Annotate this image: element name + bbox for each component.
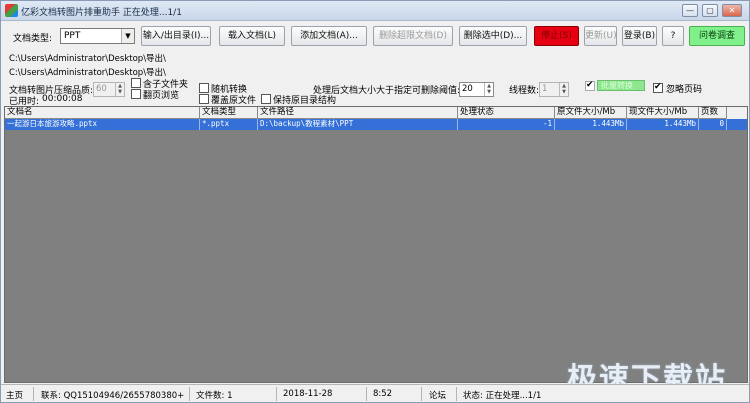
status-bar: 主页 联系: QQ15104946/2655780380+ 文件数: 1 201… [1,384,749,402]
title-bar[interactable]: 亿彩文档转图片排重助手 正在处理...1/1 — ▢ ✕ [1,1,749,21]
column-header[interactable]: 原文件大小/Mb [555,107,627,119]
doc-type-select[interactable]: PPT ▼ [60,28,135,44]
add-doc-button[interactable]: 添加文档(A)... [291,26,367,46]
maximize-button[interactable]: ▢ [702,4,718,17]
threshold-spinner[interactable]: 20 ▲ ▼ [459,82,494,97]
overwrite-original-checkbox[interactable] [199,94,209,104]
login-button[interactable]: 登录(B) [622,26,657,46]
input-output-dir-button[interactable]: 输入/出目录(I)... [141,26,211,46]
quality-spinner[interactable]: 60 ▲ ▼ [93,82,125,97]
input-path: C:\Users\Administrator\Desktop\导出\ [9,54,166,64]
status-time: 8:52 [373,389,393,399]
column-header[interactable]: 文档类型 [200,107,258,119]
column-header[interactable]: 文件路径 [258,107,458,119]
flip-preview-label: 翻页浏览 [143,91,180,101]
cell-doc-type: *.pptx [200,119,258,130]
status-home-link[interactable]: 主页 [6,389,23,401]
cell-status: -1 [458,119,555,130]
elapsed-value: 00:00:08 [42,94,83,104]
status-contact: 联系: QQ15104946/2655780380+ [41,391,185,401]
doc-type-value: PPT [64,31,81,41]
include-subfolders-checkbox[interactable] [131,78,141,88]
flip-preview-checkbox[interactable] [131,89,141,99]
main-window: 亿彩文档转图片排重助手 正在处理...1/1 — ▢ ✕ 文档类型: PPT ▼… [0,0,750,403]
status-processing: 状态: 正在处理...1/1 [463,391,542,401]
batch-convert-checkbox[interactable] [585,80,595,91]
column-header[interactable]: 文档名 [5,107,200,119]
cell-file-path: D:\backup\教程素材\PPT [258,119,458,130]
cell-doc-name: 一起游日本旅游攻略.pptx [5,119,200,130]
batch-convert-label: 批量转换 [597,80,645,91]
app-logo-icon [5,4,18,17]
doc-type-label: 文档类型: [13,34,53,44]
ignore-page-count-checkbox[interactable] [653,82,663,93]
spinner-arrows-icon: ▲ ▼ [559,83,568,96]
ignore-page-count-label: 忽略页码 [666,85,703,95]
document-table[interactable]: 文档名 文档类型 文件路径 处理状态 原文件大小/Mb 现文件大小/Mb 页数 … [4,106,748,383]
update-button[interactable]: 更新(U) [584,26,617,46]
cell-page-count: 0 [699,119,727,130]
help-button[interactable]: ? [662,26,684,46]
spinner-arrows-icon: ▲ ▼ [115,83,124,96]
overwrite-original-label: 覆盖原文件 [211,96,257,106]
minimize-button[interactable]: — [682,4,698,17]
delete-selected-button[interactable]: 删除选中(D)... [459,26,527,46]
table-row[interactable]: 一起游日本旅游攻略.pptx *.pptx D:\backup\教程素材\PPT… [5,119,747,130]
window-title: 亿彩文档转图片排重助手 正在处理...1/1 [21,8,182,18]
survey-button[interactable]: 问卷调查 [689,26,745,46]
spinner-arrows-icon: ▲ ▼ [484,83,493,96]
chevron-down-icon: ▼ [121,29,134,43]
column-header[interactable]: 现文件大小/Mb [627,107,699,119]
status-date: 2018-11-28 [283,389,333,399]
table-header: 文档名 文档类型 文件路径 处理状态 原文件大小/Mb 现文件大小/Mb 页数 [5,107,747,119]
threads-spinner[interactable]: 1 ▲ ▼ [539,82,569,97]
status-forum-link[interactable]: 论坛 [429,389,446,401]
threads-label: 线程数: [509,86,540,96]
quality-value: 60 [96,84,107,94]
threads-value: 1 [542,84,548,94]
column-header[interactable]: 页数 [699,107,727,119]
keep-dir-structure-checkbox[interactable] [261,94,271,104]
load-doc-button[interactable]: 载入文档(L) [219,26,285,46]
close-button[interactable]: ✕ [722,4,742,17]
random-convert-checkbox[interactable] [199,83,209,93]
cell-current-size: 1.443Mb [627,119,699,130]
threshold-label: 处理后文档大小大于指定可删除阈值: [313,86,461,96]
cell-original-size: 1.443Mb [555,119,627,130]
threshold-value: 20 [462,84,473,94]
column-header[interactable]: 处理状态 [458,107,555,119]
delete-oversize-docs-button[interactable]: 删除超限文档(D) [373,26,453,46]
stop-button[interactable]: 停止(S) [534,26,579,46]
status-file-count: 文件数: 1 [196,391,233,401]
